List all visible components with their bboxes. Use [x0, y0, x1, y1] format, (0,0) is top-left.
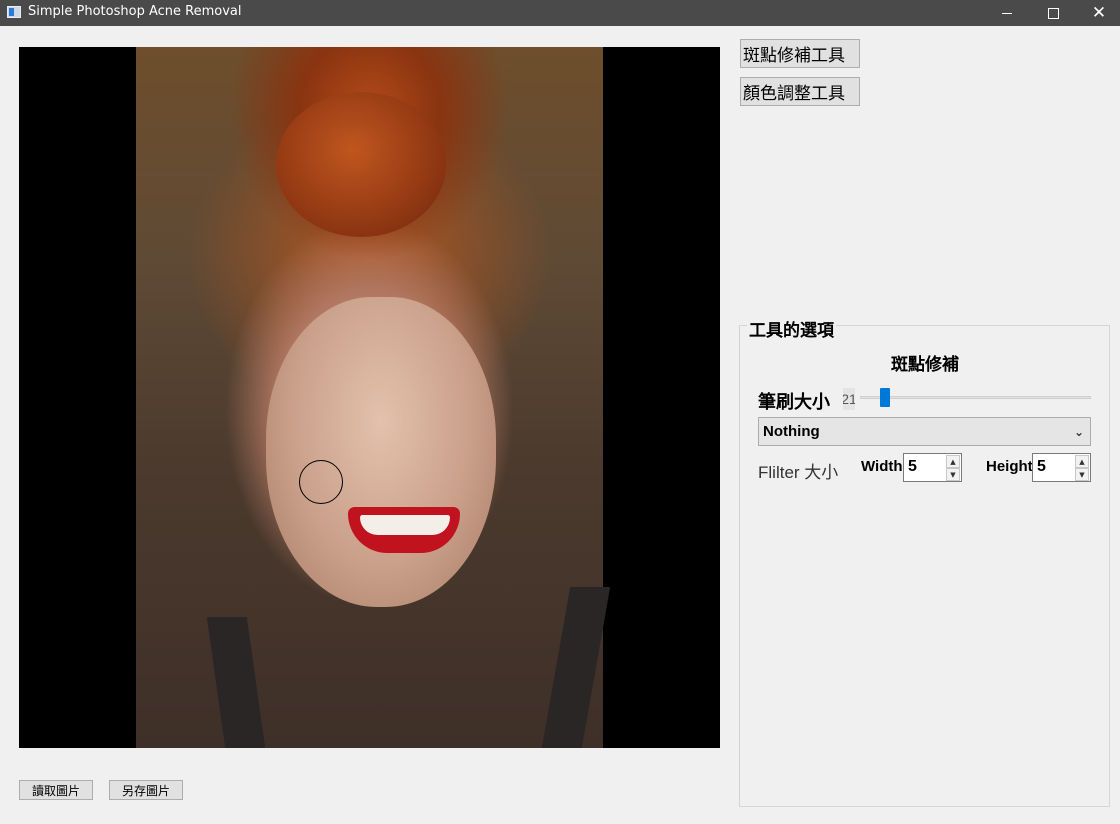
maximize-button[interactable]	[1030, 0, 1076, 26]
photo	[136, 47, 611, 748]
height-up-arrow-icon[interactable]: ▲	[1075, 455, 1089, 468]
photo-hair	[276, 92, 446, 237]
spot-repair-tool-button[interactable]: 斑點修補工具	[740, 39, 860, 68]
filter-size-label: Flilter 大小	[758, 463, 839, 482]
photo-strap-right	[541, 587, 611, 748]
brush-cursor	[299, 460, 343, 504]
width-spinbox[interactable]: 5 ▲ ▼	[903, 453, 962, 482]
chevron-down-icon: ⌄	[1073, 424, 1085, 439]
width-label: Width:	[861, 458, 908, 475]
window-title: Simple Photoshop Acne Removal	[28, 4, 242, 19]
filter-select-value: Nothing	[763, 423, 820, 440]
width-value: 5	[908, 458, 917, 475]
height-down-arrow-icon[interactable]: ▼	[1075, 468, 1089, 481]
tool-options-title: 工具的選項	[747, 316, 836, 341]
close-icon: ✕	[1091, 2, 1107, 23]
minimize-icon	[1002, 12, 1012, 14]
app-icon	[7, 6, 21, 18]
height-value: 5	[1037, 458, 1046, 475]
section-title: 斑點修補	[891, 355, 959, 375]
brush-size-slider[interactable]	[860, 396, 1091, 399]
brush-size-slider-thumb[interactable]	[880, 388, 890, 407]
color-adjust-tool-button[interactable]: 顏色調整工具	[740, 77, 860, 106]
photo-teeth	[360, 515, 450, 535]
height-spinbox[interactable]: 5 ▲ ▼	[1032, 453, 1091, 482]
title-bar: Simple Photoshop Acne Removal ✕	[0, 0, 1120, 26]
width-down-arrow-icon[interactable]: ▼	[946, 468, 960, 481]
brush-size-value: 21	[843, 388, 855, 410]
photo-face	[266, 297, 496, 607]
save-image-button[interactable]: 另存圖片	[109, 780, 183, 800]
filter-select[interactable]: Nothing ⌄	[758, 417, 1091, 446]
height-label: Height:	[986, 458, 1038, 475]
width-up-arrow-icon[interactable]: ▲	[946, 455, 960, 468]
close-button[interactable]: ✕	[1076, 0, 1120, 26]
image-canvas[interactable]	[19, 47, 720, 748]
load-image-button[interactable]: 讀取圖片	[19, 780, 93, 800]
minimize-button[interactable]	[984, 0, 1030, 26]
maximize-icon	[1047, 7, 1059, 19]
photo-strap-left	[206, 617, 266, 748]
brush-size-label: 筆刷大小	[758, 392, 830, 413]
